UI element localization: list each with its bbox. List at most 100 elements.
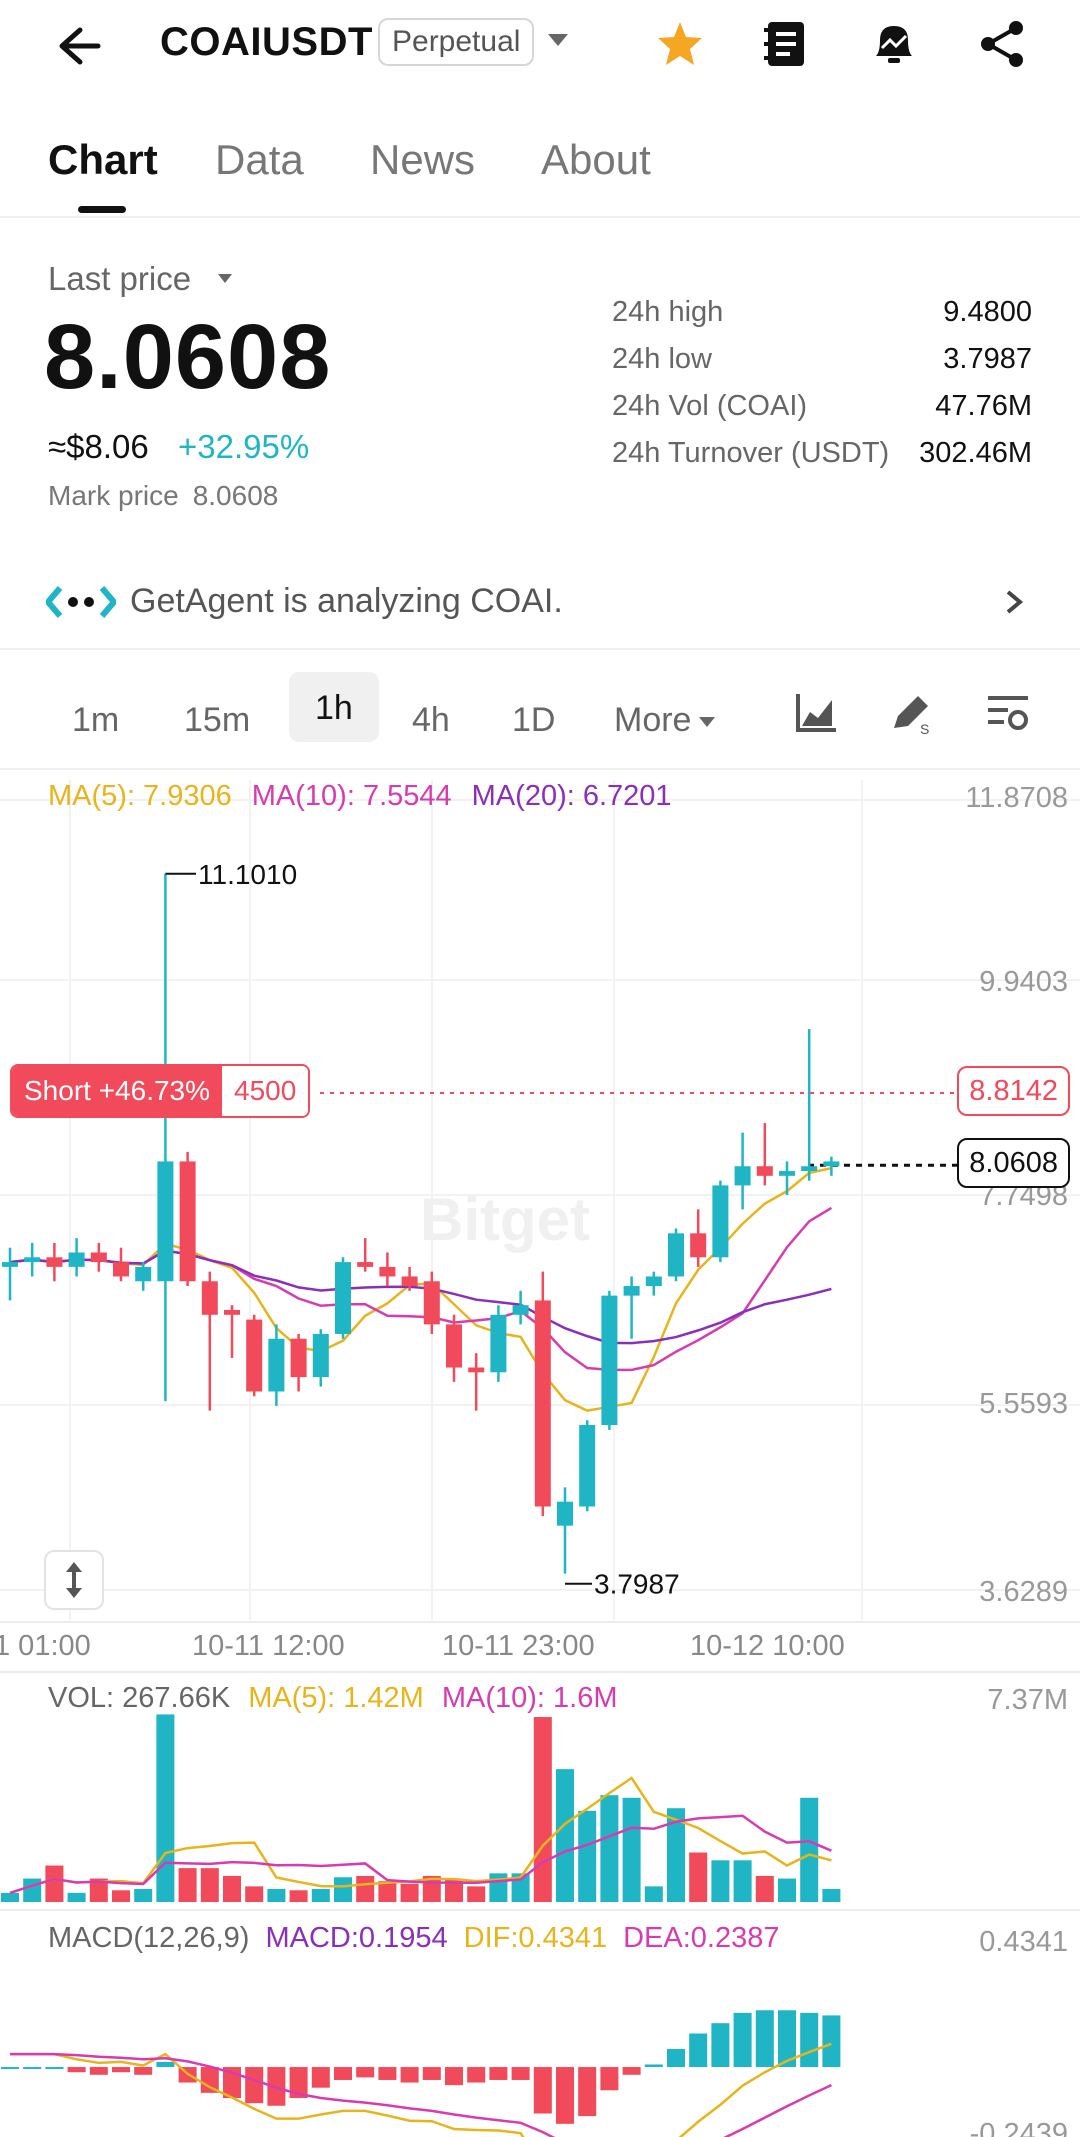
more-caret-icon xyxy=(699,717,716,728)
symbol-title[interactable]: COAIUSDT xyxy=(160,20,373,65)
position-side-pnl: Short +46.73% xyxy=(12,1066,223,1116)
mark-price-label: Mark price xyxy=(48,480,179,511)
candle-body xyxy=(290,1338,307,1378)
volume-bar xyxy=(755,1875,774,1902)
macd-histogram-bar xyxy=(45,2067,64,2070)
getagent-banner[interactable]: GetAgent is analyzing COAI. xyxy=(0,560,1080,650)
macd-histogram-bar xyxy=(445,2067,463,2086)
macd-histogram-bar xyxy=(667,2048,685,2068)
position-entry-price-tag: 8.8142 xyxy=(957,1066,1070,1116)
candle-body xyxy=(113,1262,129,1277)
macd-histogram-bar xyxy=(245,2067,264,2104)
favorite-star-icon[interactable] xyxy=(652,16,708,72)
24h-stats: 24h high 9.4800 24h low 3.7987 24h Vol (… xyxy=(612,296,1032,484)
macd-histogram-bar xyxy=(578,2067,597,2117)
price-alert-bell-icon[interactable] xyxy=(866,16,922,72)
dea-value: DEA:0.2387 xyxy=(623,1922,780,1954)
tab-data[interactable]: Data xyxy=(215,136,304,184)
vertical-expand-icon xyxy=(66,1562,82,1598)
ma20-value: MA(20): 6.7201 xyxy=(471,780,672,812)
candle-body xyxy=(179,1161,196,1282)
expand-chart-button[interactable] xyxy=(44,1550,104,1610)
volume-axis-max: 7.37M xyxy=(987,1684,1068,1716)
volume-bar xyxy=(600,1795,619,1902)
candle-body xyxy=(24,1257,41,1263)
notes-icon[interactable] xyxy=(758,16,814,72)
macd-histogram-bar xyxy=(489,2067,508,2080)
macd-histogram-bar xyxy=(755,2010,774,2068)
time-axis-label: 10-11 12:00 xyxy=(192,1630,345,1662)
tab-chart[interactable]: Chart xyxy=(48,136,158,184)
interval-more[interactable]: More xyxy=(614,690,716,760)
stat-label: 24h high xyxy=(612,296,724,328)
share-icon[interactable] xyxy=(974,16,1030,72)
last-price-label[interactable]: Last price xyxy=(48,260,191,298)
macd-histogram-bar xyxy=(378,2067,397,2080)
stat-value: 3.7987 xyxy=(943,343,1032,375)
interval-1d[interactable]: 1D xyxy=(512,690,555,760)
candle-body xyxy=(401,1276,418,1287)
macd-histogram-bar xyxy=(156,2061,175,2068)
chart-settings-icon[interactable] xyxy=(984,688,1032,736)
contract-type-badge[interactable]: Perpetual xyxy=(378,18,535,66)
volume-bar xyxy=(622,1797,641,1902)
candle-body xyxy=(668,1233,684,1277)
candle-body xyxy=(357,1262,374,1267)
macd-histogram-bar xyxy=(23,2067,42,2070)
candle-body xyxy=(335,1262,351,1334)
candle-body xyxy=(823,1161,840,1167)
candle-body xyxy=(468,1367,485,1373)
high-price-label: 11.1010 xyxy=(198,859,297,890)
volume-bar xyxy=(289,1890,308,1902)
volume-bar xyxy=(311,1888,330,1902)
candle-body xyxy=(601,1295,618,1426)
volume-bar xyxy=(467,1886,486,1902)
volume-bar xyxy=(200,1868,219,1902)
candle-body xyxy=(512,1305,529,1315)
volume-bar xyxy=(556,1769,574,1902)
tab-about[interactable]: About xyxy=(541,136,651,184)
volume-bar xyxy=(45,1865,64,1902)
volume-bar xyxy=(489,1873,508,1902)
stat-24h-turnover: 24h Turnover (USDT) 302.46M xyxy=(612,437,1032,484)
candle-body xyxy=(2,1262,18,1267)
stat-24h-high: 24h high 9.4800 xyxy=(612,296,1032,343)
ma10-value: MA(10): 7.5544 xyxy=(251,780,452,812)
last-price-value: 8.0608 xyxy=(44,306,332,408)
interval-15m[interactable]: 15m xyxy=(184,690,250,760)
volume-bar xyxy=(778,1878,796,1902)
back-arrow-icon[interactable] xyxy=(50,18,106,74)
stat-value: 302.46M xyxy=(919,437,1032,469)
volume-bar xyxy=(223,1875,241,1902)
interval-1h[interactable]: 1h xyxy=(289,672,379,742)
dea-line xyxy=(10,2052,832,2137)
macd-histogram-bar xyxy=(733,2012,752,2068)
volume-bar xyxy=(711,1860,730,1902)
candle-body xyxy=(490,1314,507,1373)
interval-4h[interactable]: 4h xyxy=(412,690,450,760)
drawing-tools-icon[interactable]: S xyxy=(888,688,936,736)
volume-bar xyxy=(112,1890,130,1902)
tab-news[interactable]: News xyxy=(370,136,475,184)
last-price-caret-icon[interactable] xyxy=(218,274,232,283)
candle-body xyxy=(645,1276,662,1287)
getagent-status-text: GetAgent is analyzing COAI. xyxy=(130,582,563,620)
volume-bar xyxy=(245,1886,264,1902)
volume-ma5: MA(5): 1.42M xyxy=(248,1682,424,1714)
macd-histogram-bar xyxy=(422,2067,441,2080)
ma-legend: MA(5): 7.9306 MA(10): 7.5544 MA(20): 6.720… xyxy=(48,780,692,813)
stat-24h-low: 24h low 3.7987 xyxy=(612,343,1032,390)
macd-histogram-bar xyxy=(711,2023,730,2068)
volume-ma10: MA(10): 1.6M xyxy=(441,1682,618,1714)
candle-body xyxy=(90,1252,107,1263)
interval-1m[interactable]: 1m xyxy=(72,690,119,760)
candle-body xyxy=(312,1333,329,1378)
chart-type-icon[interactable] xyxy=(792,688,840,736)
candle-body xyxy=(801,1166,818,1172)
candle-body xyxy=(734,1166,751,1186)
symbol-dropdown-caret-icon[interactable] xyxy=(548,34,568,46)
chevron-right-icon[interactable] xyxy=(1000,582,1028,622)
volume-bar xyxy=(1,1892,19,1902)
position-tag[interactable]: Short +46.73% 4500 xyxy=(10,1064,311,1118)
stat-value: 47.76M xyxy=(935,390,1032,422)
